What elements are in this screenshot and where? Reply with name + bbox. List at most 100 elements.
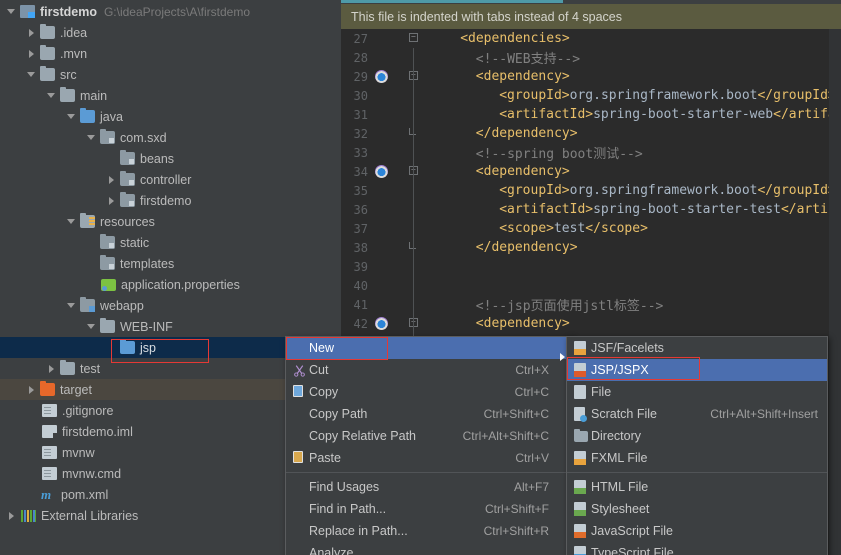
copy-glyph: [293, 385, 303, 397]
gutter[interactable]: [371, 67, 429, 86]
tree-toggle-right-icon[interactable]: [6, 510, 17, 521]
tree-toggle-down-icon[interactable]: [86, 321, 97, 332]
submenu-item-scratch-file[interactable]: Scratch File Ctrl+Alt+Shift+Insert: [567, 403, 827, 425]
submenu-item-fxml-file[interactable]: FXML File: [567, 447, 827, 469]
menu-item-replace-in-path[interactable]: Replace in Path... Ctrl+Shift+R: [286, 520, 572, 542]
submenu-item-typescript-file[interactable]: TypeScript File: [567, 542, 827, 555]
html-file-icon: [571, 479, 591, 495]
tree-toggle-down-icon[interactable]: [66, 300, 77, 311]
tree-toggle-right-icon[interactable]: [26, 27, 37, 38]
tree-item-com-sxd[interactable]: com.sxd: [0, 127, 341, 148]
javascript-file-icon: [571, 523, 591, 539]
tree-item-java[interactable]: java: [0, 106, 341, 127]
menu-item-cut[interactable]: Cut Ctrl+X: [286, 359, 572, 381]
tree-item-label: resources: [100, 214, 155, 229]
gutter[interactable]: [371, 86, 429, 105]
menu-item-new[interactable]: New: [286, 337, 572, 361]
menu-item-find-in-path[interactable]: Find in Path... Ctrl+Shift+F: [286, 498, 572, 520]
tree-item--mvn[interactable]: .mvn: [0, 43, 341, 64]
xml-tag: </artif: [780, 202, 836, 217]
fold-guide-line: [413, 200, 414, 219]
spring-bean-icon[interactable]: [375, 70, 388, 83]
tree-item-controller[interactable]: controller: [0, 169, 341, 190]
code-text: <!--spring boot测试-->: [475, 147, 643, 162]
jsp-file-icon: [571, 362, 591, 378]
fold-guide-line: [413, 219, 414, 238]
submenu-item-label: File: [591, 385, 612, 399]
submenu-item-jsp-jspx[interactable]: JSP/JSPX: [567, 359, 827, 381]
gutter[interactable]: [371, 143, 429, 162]
tree-item-label: mvnw.cmd: [62, 466, 122, 481]
package-icon: [100, 234, 115, 249]
tree-toggle-right-icon[interactable]: [46, 363, 57, 374]
spring-bean-icon[interactable]: [375, 317, 388, 330]
gutter[interactable]: [371, 181, 429, 200]
code-line: 28 <!--WEB支持-->: [341, 48, 841, 67]
spring-bean-icon[interactable]: [375, 165, 388, 178]
gutter[interactable]: [371, 276, 429, 295]
tree-toggle-down-icon[interactable]: [26, 69, 37, 80]
code-line: 40: [341, 276, 841, 295]
xml-tag: </artifa: [773, 107, 836, 122]
submenu-item-directory[interactable]: Directory: [567, 425, 827, 447]
code-line: 39: [341, 257, 841, 276]
submenu-item-stylesheet[interactable]: Stylesheet: [567, 498, 827, 520]
tree-item-main[interactable]: main: [0, 85, 341, 106]
tree-toggle-down-icon[interactable]: [46, 90, 57, 101]
gutter[interactable]: [371, 238, 429, 257]
tree-item-label: External Libraries: [41, 508, 139, 523]
gutter[interactable]: [371, 200, 429, 219]
tree-item--idea[interactable]: .idea: [0, 22, 341, 43]
tree-item-label: java: [100, 109, 123, 124]
tree-toggle-down-icon[interactable]: [66, 216, 77, 227]
fold-collapse-icon[interactable]: [409, 33, 418, 42]
tree-item-label: pom.xml: [61, 487, 109, 502]
menu-item-copy-path[interactable]: Copy Path Ctrl+Shift+C: [286, 403, 572, 425]
menu-item-find-usages[interactable]: Find Usages Alt+F7: [286, 476, 572, 498]
tree-item-firstdemo[interactable]: firstdemo G:\ideaProjects\A\firstdemo: [0, 1, 341, 22]
new-file-submenu[interactable]: JSF/Facelets JSP/JSPX File Scratch File Ctrl…: [566, 336, 828, 555]
context-menu[interactable]: New Cut Ctrl+X Copy Ctrl+C Copy Path Ctrl+Shif…: [285, 336, 573, 555]
line-number: 29: [353, 69, 368, 84]
editor-scrollbar[interactable]: [829, 29, 841, 555]
gutter[interactable]: [371, 219, 429, 238]
tree-toggle-right-icon[interactable]: [106, 195, 117, 206]
tree-item-resources[interactable]: resources: [0, 211, 341, 232]
gutter[interactable]: [371, 295, 429, 314]
submenu-item-javascript-file[interactable]: JavaScript File: [567, 520, 827, 542]
tree-toggle-right-icon[interactable]: [26, 384, 37, 395]
xml-tag: <groupId>: [499, 88, 570, 103]
tree-item-src[interactable]: src: [0, 64, 341, 85]
submenu-item-jsf-facelets[interactable]: JSF/Facelets: [567, 337, 827, 359]
gutter[interactable]: [371, 314, 429, 333]
submenu-item-html-file[interactable]: HTML File: [567, 476, 827, 498]
tree-item-label: application.properties: [121, 277, 240, 292]
tree-item-templates[interactable]: templates: [0, 253, 341, 274]
tree-item-static[interactable]: static: [0, 232, 341, 253]
editor-notification-bar[interactable]: This file is indented with tabs instead …: [341, 4, 841, 29]
gutter[interactable]: [371, 105, 429, 124]
tree-toggle-down-icon[interactable]: [86, 132, 97, 143]
tree-item-application-properties[interactable]: application.properties: [0, 274, 341, 295]
gutter[interactable]: [371, 162, 429, 181]
tree-toggle-down-icon[interactable]: [66, 111, 77, 122]
tree-item-firstdemo[interactable]: firstdemo: [0, 190, 341, 211]
gutter[interactable]: [371, 124, 429, 143]
submenu-item-shortcut: Ctrl+Alt+Shift+Insert: [710, 407, 818, 421]
tree-item-webapp[interactable]: webapp: [0, 295, 341, 316]
menu-item-copy-relative-path[interactable]: Copy Relative Path Ctrl+Alt+Shift+C: [286, 425, 572, 447]
submenu-item-file[interactable]: File: [567, 381, 827, 403]
tree-item-web-inf[interactable]: WEB-INF: [0, 316, 341, 337]
gutter[interactable]: [371, 257, 429, 276]
gutter[interactable]: [371, 29, 429, 48]
menu-item-paste[interactable]: Paste Ctrl+V: [286, 447, 572, 469]
tree-toggle-right-icon[interactable]: [26, 48, 37, 59]
menu-item-analyze[interactable]: Analyze: [286, 542, 572, 555]
gutter[interactable]: [371, 48, 429, 67]
menu-item-copy[interactable]: Copy Ctrl+C: [286, 381, 572, 403]
tree-toggle-right-icon[interactable]: [106, 174, 117, 185]
submenu-item-label: Stylesheet: [591, 502, 650, 516]
tree-item-beans[interactable]: beans: [0, 148, 341, 169]
tree-toggle-down-icon[interactable]: [6, 6, 17, 17]
menu-item-label: Paste: [309, 451, 341, 465]
